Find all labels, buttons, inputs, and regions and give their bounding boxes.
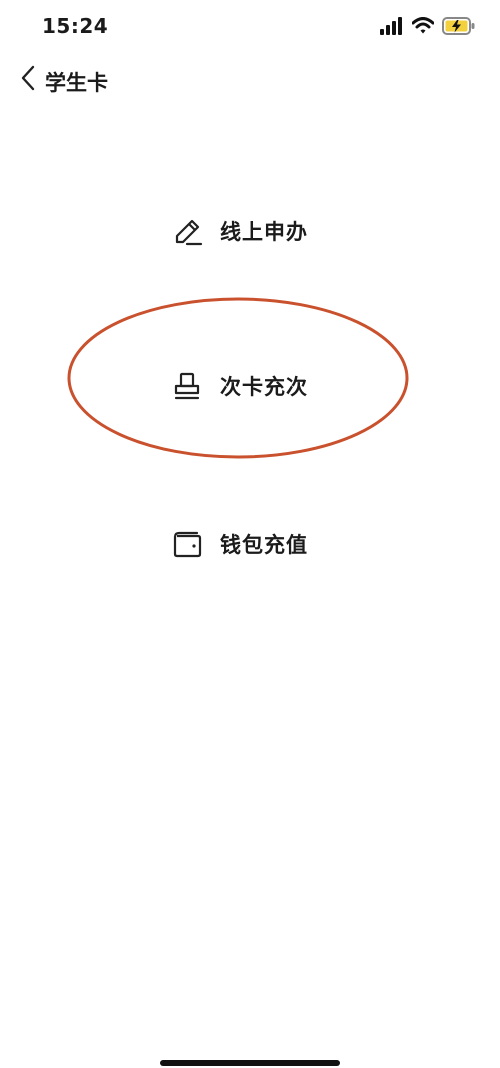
nav-bar: 学生卡 <box>0 56 500 104</box>
back-button[interactable] <box>14 64 42 96</box>
stamp-icon <box>170 369 204 403</box>
page-title: 学生卡 <box>45 71 108 95</box>
battery-charging-icon <box>442 16 476 40</box>
cellular-signal-icon <box>380 17 404 39</box>
wifi-icon <box>411 17 435 39</box>
status-bar: 15:24 <box>0 0 500 52</box>
menu-item-wallet-recharge[interactable]: 钱包充值 <box>170 522 308 566</box>
status-icons <box>380 16 476 40</box>
wallet-icon <box>170 527 204 561</box>
menu-item-label: 钱包充值 <box>220 533 308 557</box>
menu-item-label: 次卡充次 <box>220 375 308 399</box>
status-time: 15:24 <box>42 14 109 38</box>
pencil-icon <box>170 214 204 248</box>
menu-item-online-apply[interactable]: 线上申办 <box>170 209 308 253</box>
menu-item-count-recharge[interactable]: 次卡充次 <box>170 364 308 408</box>
chevron-left-icon <box>20 65 36 95</box>
home-indicator[interactable] <box>160 1060 340 1066</box>
menu-item-label: 线上申办 <box>220 220 308 244</box>
